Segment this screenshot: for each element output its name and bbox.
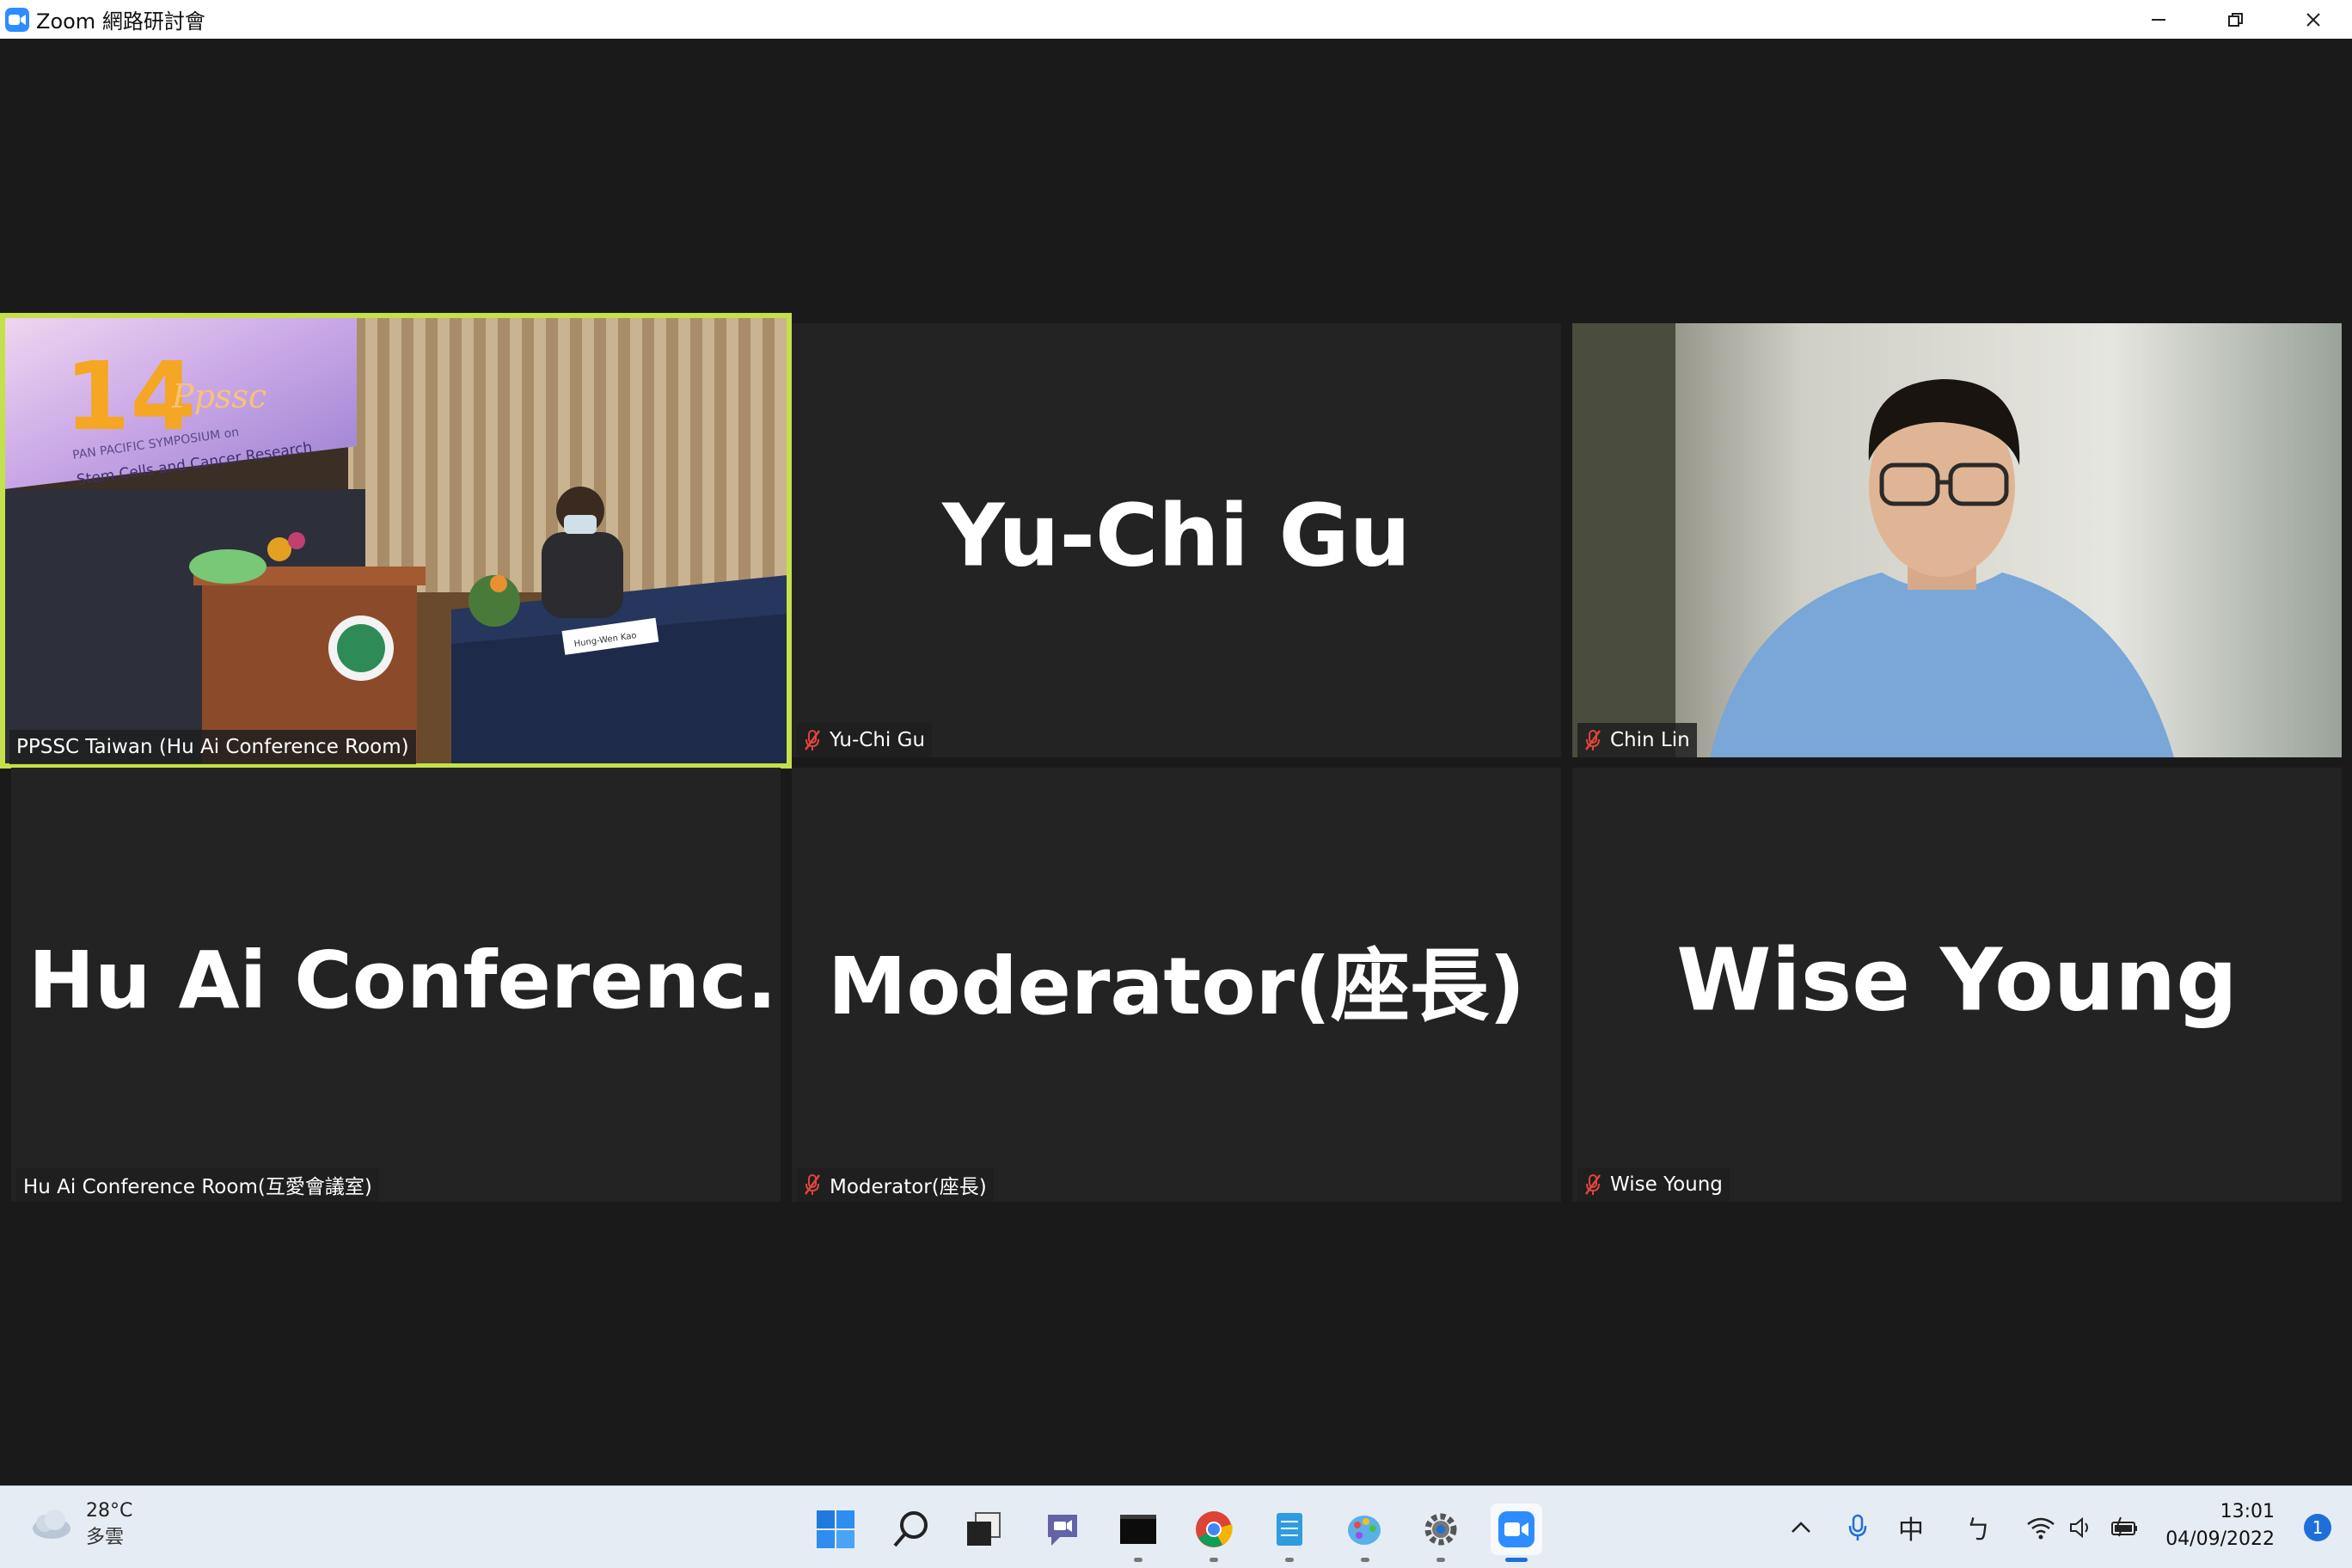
banner-brand: Ppssc (171, 377, 266, 415)
chrome-icon (1196, 1511, 1233, 1547)
participant-label: Moderator(座長) (797, 1167, 994, 1202)
ime-mode-button[interactable]: 中 (1896, 1509, 1926, 1547)
weather-temperature: 28°C (86, 1500, 133, 1522)
participant-name: Moderator(座長) (830, 1176, 987, 1198)
zoom-icon (1498, 1511, 1534, 1547)
system-clock[interactable]: 13:01 04/09/2022 (2165, 1498, 2275, 1553)
task-view-icon (967, 1512, 1001, 1546)
volume-tray-button[interactable] (2067, 1509, 2096, 1547)
app-running-indicator (1361, 1558, 1369, 1562)
participant-video (1572, 323, 2342, 757)
restore-button[interactable] (2197, 0, 2275, 39)
microphone-muted-icon (1584, 730, 1602, 750)
settings-icon (1424, 1513, 1457, 1546)
wifi-icon (2027, 1517, 2055, 1540)
participant-label: Wise Young (1577, 1167, 1730, 1202)
cloud-icon (33, 1509, 70, 1539)
clock-time: 13:01 (2220, 1501, 2275, 1522)
participant-big-name: Wise Young (1676, 929, 2238, 1031)
search-button[interactable] (885, 1504, 937, 1555)
microphone-icon (1848, 1514, 1867, 1540)
app-running-indicator (1210, 1558, 1218, 1562)
weather-condition: 多雲 (86, 1527, 125, 1548)
microphone-muted-icon (804, 730, 821, 750)
zoom-taskbar-button[interactable] (1491, 1504, 1542, 1562)
participant-tile-moderator[interactable]: Moderator(座長) Moderator(座長) (792, 768, 1561, 1202)
video-gallery: 14 Ppssc PAN PACIFIC SYMPOSIUM on Stem C… (0, 39, 2352, 1485)
app-active-indicator (1505, 1558, 1528, 1562)
zoom-icon (5, 7, 29, 32)
participant-tile-wise-young[interactable]: Wise Young Wise Young (1572, 768, 2342, 1202)
paint-icon (1348, 1516, 1381, 1545)
weather-widget[interactable]: 28°C 多雲 (26, 1500, 132, 1549)
wifi-tray-button[interactable] (2025, 1509, 2056, 1547)
close-icon (2306, 12, 2320, 27)
restore-icon (2228, 12, 2243, 27)
clock-date: 04/09/2022 (2165, 1528, 2275, 1550)
microphone-muted-icon (1584, 1174, 1602, 1195)
paint-button[interactable] (1339, 1504, 1391, 1562)
notepad-button[interactable] (1264, 1504, 1315, 1562)
speaker-icon (2070, 1516, 2088, 1539)
battery-icon (2111, 1516, 2137, 1537)
app-running-indicator (1134, 1558, 1142, 1562)
start-button[interactable] (810, 1504, 861, 1555)
minimize-icon (2152, 18, 2165, 21)
participant-name: Hu Ai Conference Room(互愛會議室) (23, 1176, 372, 1198)
close-button[interactable] (2275, 0, 2352, 39)
notepad-icon (1277, 1513, 1302, 1546)
participant-big-name: Yu-Chi Gu (942, 485, 1411, 586)
microphone-muted-icon (804, 1174, 821, 1195)
teams-chat-button[interactable] (1037, 1504, 1088, 1555)
participant-label: PPSSC Taiwan (Hu Ai Conference Room) (9, 730, 416, 764)
participant-label: Yu-Chi Gu (797, 723, 933, 757)
participant-name: Wise Young (1610, 1173, 1723, 1196)
settings-button[interactable] (1415, 1504, 1467, 1562)
chevron-up-icon (1792, 1522, 1810, 1533)
participant-tile-chin-lin[interactable]: Chin Lin (1572, 323, 2342, 757)
microphone-tray-button[interactable] (1845, 1509, 1871, 1547)
participant-tile-hu-ai[interactable]: Hu Ai Conferenc... Hu Ai Conference Room… (11, 768, 781, 1202)
participant-big-name: Hu Ai Conferenc... (28, 934, 781, 1026)
chrome-button[interactable] (1188, 1504, 1240, 1562)
participant-tile-yu-chi-gu[interactable]: Yu-Chi Gu Yu-Chi Gu (792, 323, 1561, 757)
ime-bopomofo-button[interactable]: ㄅ (1963, 1509, 1993, 1547)
participant-tile-ppssc[interactable]: 14 Ppssc PAN PACIFIC SYMPOSIUM on Stem C… (0, 313, 792, 769)
terminal-button[interactable] (1112, 1504, 1164, 1562)
participant-big-name: Moderator(座長) (827, 940, 1526, 1032)
app-running-indicator (1285, 1558, 1294, 1562)
notification-badge[interactable]: 1 (2304, 1514, 2331, 1541)
minimize-button[interactable] (2120, 0, 2197, 39)
tray-overflow-button[interactable] (1788, 1509, 1814, 1547)
search-icon (893, 1511, 928, 1547)
battery-tray-button[interactable] (2108, 1509, 2141, 1547)
window-title: Zoom 網路研討會 (36, 9, 205, 34)
participant-label: Chin Lin (1577, 723, 1697, 757)
conference-room-video: 14 Ppssc PAN PACIFIC SYMPOSIUM on Stem C… (4, 317, 787, 764)
participant-name: PPSSC Taiwan (Hu Ai Conference Room) (16, 736, 409, 758)
teams-chat-icon (1048, 1515, 1077, 1546)
participant-name: Chin Lin (1610, 729, 1690, 751)
participant-label: Hu Ai Conference Room(互愛會議室) (16, 1167, 379, 1202)
window-title-bar: Zoom 網路研討會 (0, 0, 2352, 39)
participant-name: Yu-Chi Gu (830, 729, 926, 751)
terminal-icon (1120, 1515, 1156, 1544)
task-view-button[interactable] (958, 1504, 1009, 1555)
app-running-indicator (1436, 1558, 1445, 1562)
start-icon (817, 1510, 854, 1548)
taskbar: 28°C 多雲 中 ㄅ 13:01 04/09/2022 1 (0, 1485, 2352, 1568)
